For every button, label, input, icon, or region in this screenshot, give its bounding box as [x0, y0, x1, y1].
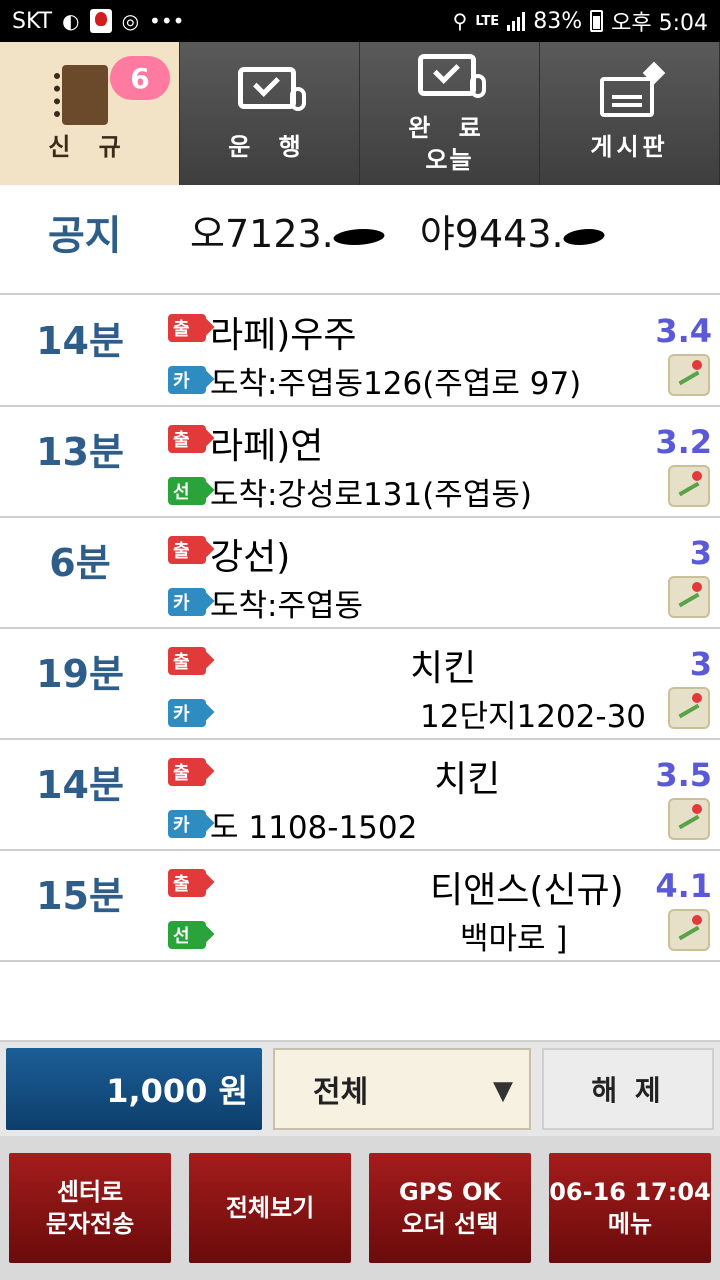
main-tabs: 신 규 6 운 행 완 료 오늘 게시판 [0, 42, 720, 185]
tab-completed-label: 완 료 오늘 [408, 113, 491, 174]
order-distance: 3 [689, 534, 712, 572]
tab-new-label: 신 규 [48, 132, 131, 161]
order-filter-select[interactable]: 전체 ▼ [273, 1048, 531, 1130]
order-destination: 도 1108-1502 [210, 810, 418, 846]
gps-select-order-button[interactable]: GPS OK 오더 선택 [369, 1153, 531, 1263]
departure-tag: 출 [168, 869, 206, 897]
filter-value: 전체 [313, 1075, 369, 1110]
order-origin: 티앤스(신규) [430, 870, 624, 911]
battery-percent: 83% [533, 8, 583, 34]
payment-tag: 카 [168, 699, 206, 727]
tab-running-label: 운 행 [228, 132, 311, 161]
location-icon: ⚲ [452, 9, 468, 33]
dropdown-arrow-icon: ▼ [493, 1076, 513, 1106]
order-row[interactable]: 6분 출 카 강선) 도착:주엽동 3 [0, 518, 720, 629]
order-distance: 3.5 [655, 756, 712, 794]
payment-tag: 선 [168, 921, 206, 949]
battery-icon [590, 10, 604, 32]
bulletin-board-icon [594, 61, 666, 125]
payment-tag: 카 [168, 366, 206, 394]
network-label: LTE [475, 13, 500, 29]
departure-tag: 출 [168, 314, 206, 342]
departure-tag: 출 [168, 647, 206, 675]
departure-tag: 출 [168, 758, 206, 786]
notice-text: 오7123. 야9443. [190, 203, 609, 258]
sync-icon: ◎ [121, 9, 140, 33]
filter-bar: 1,000 원 전체 ▼ 해 제 [0, 1040, 720, 1136]
notice-panel: 공지 오7123. 야9443. [0, 185, 720, 295]
order-row[interactable]: 19분 출 카 치킨 12단지1202-30 3 [0, 629, 720, 740]
order-distance: 3 [689, 645, 712, 683]
app-notification-icon [89, 9, 112, 33]
order-distance: 3.2 [655, 423, 712, 461]
order-destination: 도착:주엽동126(주엽로 97) [210, 366, 582, 402]
order-elapsed-time: 13분 [36, 430, 124, 474]
tab-new[interactable]: 신 규 6 [0, 42, 180, 185]
notice-title: 공지 [48, 213, 122, 259]
order-origin: 강선) [210, 537, 291, 578]
amount-display[interactable]: 1,000 원 [6, 1048, 262, 1130]
order-origin: 치킨 [410, 648, 477, 689]
order-elapsed-time: 14분 [36, 763, 124, 807]
status-bar: SKT ◐ ◎ ••• ⚲ LTE 83% 오후 5:04 [0, 0, 720, 42]
tab-board[interactable]: 게시판 [540, 42, 720, 185]
view-all-button[interactable]: 전체보기 [189, 1153, 351, 1263]
payment-tag: 카 [168, 588, 206, 616]
order-origin: 라페)연 [210, 426, 324, 467]
map-icon[interactable] [668, 798, 710, 840]
new-count-badge: 6 [110, 56, 170, 100]
payment-tag: 선 [168, 477, 206, 505]
monitor-check-icon [234, 65, 306, 125]
order-list: 14분 출 카 라페)우주 도착:주엽동126(주엽로 97) 3.4 13분 … [0, 296, 720, 962]
action-bar: 센터로 문자전송 전체보기 GPS OK 오더 선택 06-16 17:04 메뉴 [0, 1136, 720, 1280]
order-distance: 3.4 [655, 312, 712, 350]
order-destination: 도착:강성로131(주엽동) [210, 477, 532, 513]
payment-tag: 카 [168, 810, 206, 838]
order-origin: 치킨 [434, 759, 501, 800]
map-icon[interactable] [668, 465, 710, 507]
order-row[interactable]: 14분 출 카 라페)우주 도착:주엽동126(주엽로 97) 3.4 [0, 296, 720, 407]
more-notifications-icon: ••• [149, 9, 185, 33]
order-row[interactable]: 15분 출 선 티앤스(신규) 백마로 ] 4.1 [0, 851, 720, 962]
order-destination: 백마로 ] [460, 921, 568, 957]
nfc-icon: ◐ [62, 9, 80, 33]
tab-running[interactable]: 운 행 [180, 42, 360, 185]
monitor-check-icon [414, 52, 486, 112]
order-origin: 라페)우주 [210, 315, 357, 356]
departure-tag: 출 [168, 425, 206, 453]
map-icon[interactable] [668, 576, 710, 618]
map-icon[interactable] [668, 354, 710, 396]
send-sms-to-center-button[interactable]: 센터로 문자전송 [9, 1153, 171, 1263]
order-elapsed-time: 6분 [49, 541, 111, 585]
menu-button[interactable]: 06-16 17:04 메뉴 [549, 1153, 711, 1263]
order-distance: 4.1 [655, 867, 712, 905]
clear-button[interactable]: 해 제 [542, 1048, 714, 1130]
order-row[interactable]: 14분 출 카 치킨 도 1108-1502 3.5 [0, 740, 720, 851]
order-destination: 12단지1202-30 [420, 699, 647, 735]
order-row[interactable]: 13분 출 선 라페)연 도착:강성로131(주엽동) 3.2 [0, 407, 720, 518]
tab-board-label: 게시판 [590, 132, 669, 161]
tab-completed-today[interactable]: 완 료 오늘 [360, 42, 540, 185]
order-elapsed-time: 15분 [36, 874, 124, 918]
order-elapsed-time: 14분 [36, 319, 124, 363]
map-icon[interactable] [668, 909, 710, 951]
map-icon[interactable] [668, 687, 710, 729]
departure-tag: 출 [168, 536, 206, 564]
carrier-label: SKT [12, 8, 53, 34]
order-elapsed-time: 19분 [36, 652, 124, 696]
status-time: 오후 5:04 [611, 11, 708, 36]
signal-icon [507, 11, 526, 31]
order-destination: 도착:주엽동 [210, 588, 364, 624]
